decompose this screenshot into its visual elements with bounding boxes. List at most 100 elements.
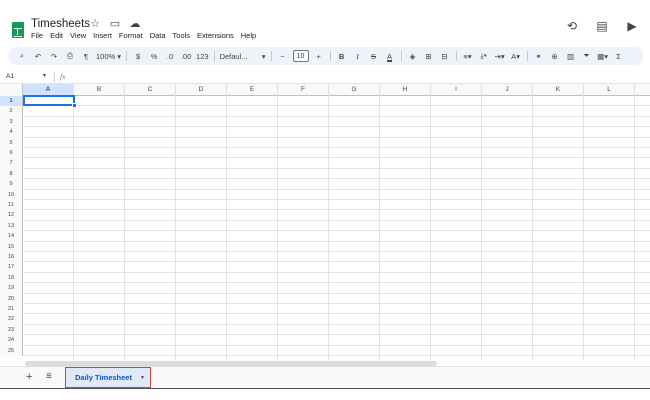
search-menus-icon[interactable]: ⌕ xyxy=(16,49,28,63)
decrease-decimal-button[interactable]: .0 xyxy=(164,49,176,63)
font-select[interactable]: Defaul... ▾ xyxy=(220,49,266,63)
zoom-select[interactable]: 100% ▾ xyxy=(96,49,121,63)
print-icon[interactable]: ⎙ xyxy=(64,49,76,63)
redo-icon[interactable]: ↷ xyxy=(48,49,60,63)
row-header-19[interactable]: 19 xyxy=(0,283,23,294)
row-header-12[interactable]: 12 xyxy=(0,210,23,221)
italic-button[interactable]: I xyxy=(352,49,364,63)
menu-file[interactable]: File xyxy=(31,31,43,40)
menu-help[interactable]: Help xyxy=(241,31,256,40)
column-header-f[interactable]: F xyxy=(278,84,329,96)
increase-decimal-button[interactable]: .00 xyxy=(180,49,192,63)
text-rotation-button[interactable]: A ▾ xyxy=(510,49,522,63)
row-header-2[interactable]: 2 xyxy=(0,106,23,117)
name-box[interactable]: A1 xyxy=(6,73,14,80)
sheets-logo-icon[interactable] xyxy=(12,22,24,38)
text-wrapping-icon[interactable]: ⇥▾ xyxy=(494,49,506,63)
cloud-status-icon[interactable]: ☁ xyxy=(128,17,142,30)
formula-bar-divider xyxy=(54,72,55,82)
row-header-11[interactable]: 11 xyxy=(0,200,23,211)
row-header-18[interactable]: 18 xyxy=(0,272,23,284)
column-header-d[interactable]: D xyxy=(176,84,227,96)
column-headers: ABCDEFGHIJKL xyxy=(0,84,650,96)
fill-color-icon[interactable]: ◈ xyxy=(407,49,419,63)
sheet-tab-daily-timesheet[interactable]: Daily Timesheet ▼ xyxy=(65,367,151,388)
row-header-4[interactable]: 4 xyxy=(0,127,23,138)
functions-button[interactable]: Σ xyxy=(613,49,625,63)
filter-icon[interactable]: ⏷ xyxy=(581,49,593,63)
strikethrough-button[interactable]: S xyxy=(368,49,380,63)
toolbar-divider xyxy=(526,51,528,61)
row-header-23[interactable]: 23 xyxy=(0,324,23,336)
row-header-22[interactable]: 22 xyxy=(0,314,23,325)
menu-edit[interactable]: Edit xyxy=(50,31,63,40)
insert-comment-icon[interactable]: ⊕ xyxy=(549,49,561,63)
menu-extensions[interactable]: Extensions xyxy=(197,31,234,40)
table-row: 12 xyxy=(0,210,650,221)
menu-tools[interactable]: Tools xyxy=(173,31,191,40)
row-header-10[interactable]: 10 xyxy=(0,189,23,200)
row-header-15[interactable]: 15 xyxy=(0,241,23,252)
row-header-1[interactable]: 1 xyxy=(0,96,23,107)
column-header-e[interactable]: E xyxy=(227,84,278,96)
star-icon[interactable]: ☆ xyxy=(88,17,102,30)
decrease-font-size-button[interactable]: − xyxy=(277,49,289,63)
horizontal-align-icon[interactable]: ≡▾ xyxy=(462,49,474,63)
column-header-k[interactable]: K xyxy=(533,84,584,96)
bold-button[interactable]: B xyxy=(336,49,348,63)
column-header-g[interactable]: G xyxy=(329,84,380,96)
row-header-9[interactable]: 9 xyxy=(0,179,23,190)
insert-link-icon[interactable]: ⚭ xyxy=(533,49,545,63)
add-sheet-button[interactable]: + xyxy=(26,371,32,383)
insert-chart-icon[interactable]: ▥ xyxy=(565,49,577,63)
column-header-b[interactable]: B xyxy=(74,84,125,96)
menu-view[interactable]: View xyxy=(70,31,86,40)
move-to-folder-icon[interactable]: ▭ xyxy=(108,17,122,30)
menu-data[interactable]: Data xyxy=(150,31,166,40)
row-header-17[interactable]: 17 xyxy=(0,262,23,273)
row-header-13[interactable]: 13 xyxy=(0,220,23,232)
history-icon[interactable]: ⟲ xyxy=(564,19,580,33)
column-header-c[interactable]: C xyxy=(125,84,176,96)
chevron-down-icon[interactable]: ▾ xyxy=(43,72,46,79)
row-header-3[interactable]: 3 xyxy=(0,116,23,128)
row-header-8[interactable]: 8 xyxy=(0,168,23,180)
column-header-h[interactable]: H xyxy=(380,84,431,96)
document-title[interactable]: Timesheets xyxy=(31,18,90,30)
row-header-20[interactable]: 20 xyxy=(0,293,23,304)
comments-icon[interactable]: ▤ xyxy=(594,19,610,33)
row-header-25[interactable]: 25 xyxy=(0,345,23,356)
select-all-corner[interactable] xyxy=(0,84,23,96)
font-size-input[interactable]: 10 xyxy=(292,50,309,62)
percent-button[interactable]: % xyxy=(148,49,160,63)
spreadsheet-grid[interactable]: ABCDEFGHIJKL 1 2 3 4 5 6 7 8 9 10 11 12 13 14 15 16 17 18… xyxy=(0,84,650,360)
increase-font-size-button[interactable]: + xyxy=(313,49,325,63)
row-header-24[interactable]: 24 xyxy=(0,335,23,346)
vertical-align-icon[interactable]: ⤓▾ xyxy=(478,49,490,63)
row-header-14[interactable]: 14 xyxy=(0,231,23,242)
chevron-down-icon[interactable]: ▼ xyxy=(140,375,145,381)
currency-button[interactable]: $ xyxy=(132,49,144,63)
merge-cells-icon[interactable]: ⊟ xyxy=(439,49,451,63)
all-sheets-button[interactable]: ≡ xyxy=(46,371,52,382)
menu-insert[interactable]: Insert xyxy=(93,31,112,40)
borders-icon[interactable]: ⊞ xyxy=(423,49,435,63)
row-header-21[interactable]: 21 xyxy=(0,304,23,315)
table-row: 17 xyxy=(0,262,650,273)
text-color-button[interactable]: A xyxy=(384,49,396,63)
meet-icon[interactable]: ▶ xyxy=(624,19,640,33)
undo-icon[interactable]: ↶ xyxy=(32,49,44,63)
row-header-16[interactable]: 16 xyxy=(0,252,23,263)
selected-cell-outline[interactable] xyxy=(23,95,75,106)
row-header-7[interactable]: 7 xyxy=(0,158,23,169)
column-header-j[interactable]: J xyxy=(482,84,533,96)
number-format-button[interactable]: 123 xyxy=(196,49,209,63)
filter-views-icon[interactable]: ▦▾ xyxy=(597,49,609,63)
column-header-l[interactable]: L xyxy=(584,84,635,96)
column-header-i[interactable]: I xyxy=(431,84,482,96)
paint-format-icon[interactable]: ¶ xyxy=(80,49,92,63)
menu-format[interactable]: Format xyxy=(119,31,143,40)
row-header-6[interactable]: 6 xyxy=(0,148,23,159)
fill-handle[interactable] xyxy=(72,103,77,108)
row-header-5[interactable]: 5 xyxy=(0,137,23,148)
